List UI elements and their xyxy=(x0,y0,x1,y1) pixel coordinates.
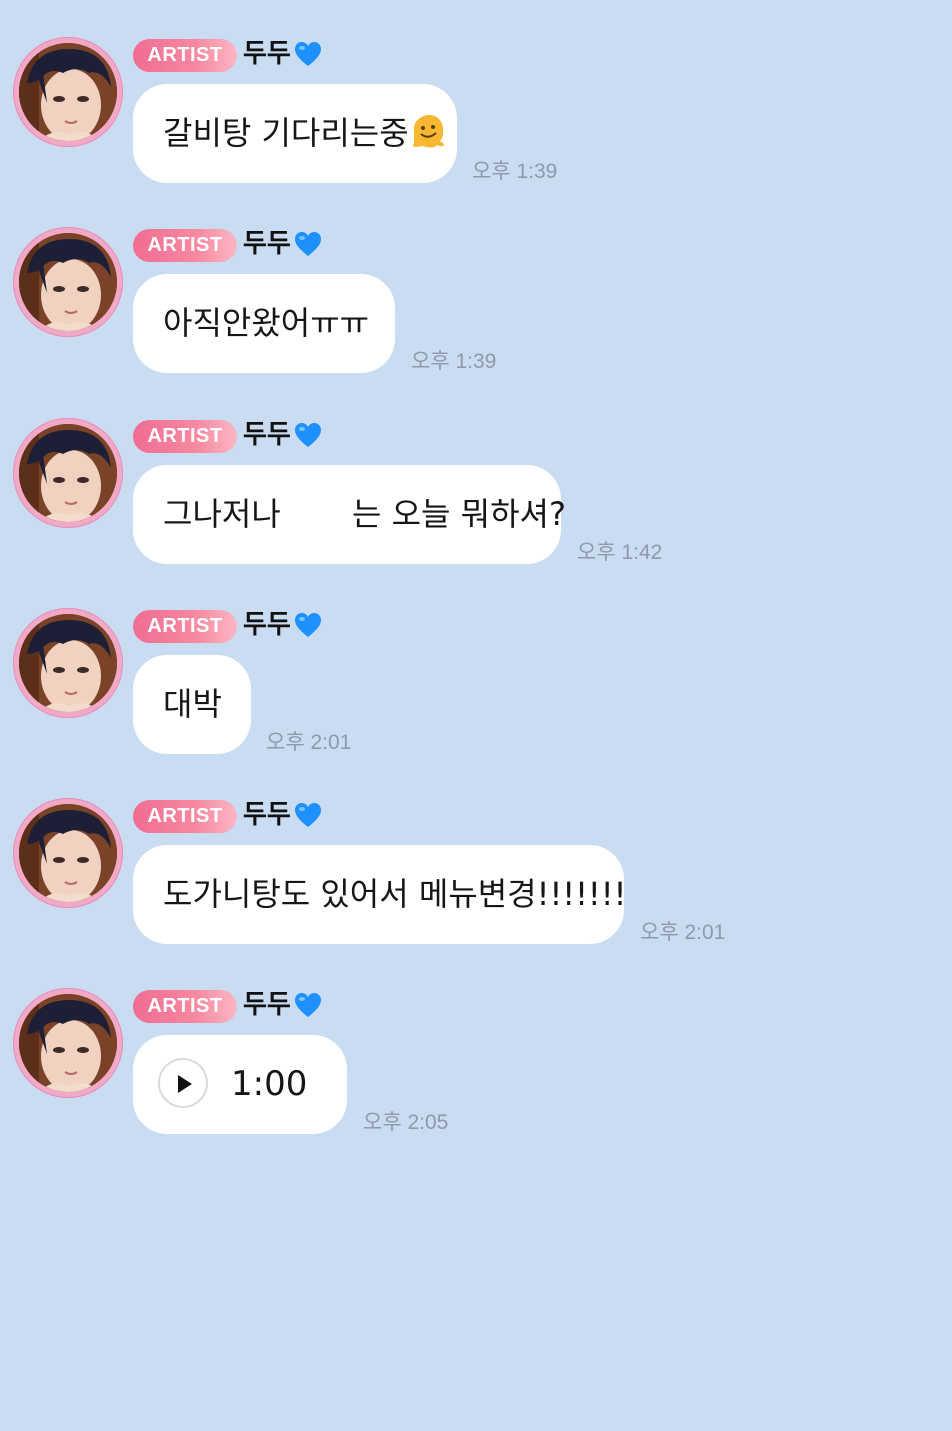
message-text: 대박 xyxy=(163,685,222,723)
avatar[interactable] xyxy=(13,37,123,147)
sender-name-text: 두두 xyxy=(243,610,291,640)
message-bubble[interactable]: 도가니탕도 있어서 메뉴변경!!!!!!! xyxy=(133,845,627,944)
artist-badge: ARTIST xyxy=(133,800,237,833)
sender-name-text: 두두 xyxy=(243,800,291,830)
timestamp: 오후 1:39 xyxy=(472,160,558,183)
message-text: 도가니탕도 있어서 메뉴변경!!!!!!! xyxy=(163,875,627,913)
message-text: 아직안왔어ㅠㅠ xyxy=(163,304,370,342)
avatar[interactable] xyxy=(13,227,123,337)
timestamp: 오후 2:01 xyxy=(640,921,726,944)
sender-name-text: 두두 xyxy=(243,990,291,1020)
avatar-image xyxy=(19,614,117,712)
avatar[interactable] xyxy=(13,418,123,528)
message-row: ARTIST 두두 대박 오후 2:01 xyxy=(0,571,952,761)
artist-badge: ARTIST xyxy=(133,610,237,643)
blue-heart-icon xyxy=(294,232,321,256)
avatar-image xyxy=(19,804,117,902)
play-icon xyxy=(178,1075,192,1093)
avatar-image xyxy=(19,233,117,331)
voice-duration: 1:00 xyxy=(231,1064,308,1104)
sender-name-text: 두두 xyxy=(243,420,291,450)
message-text: 그나저나 는 오늘 뭐하셔? xyxy=(163,495,566,533)
message-row: ARTIST 두두 그나저나 는 오늘 뭐하셔? 오후 1:42 xyxy=(0,381,952,571)
timestamp: 오후 1:39 xyxy=(411,350,497,373)
voice-message-bubble: 1:00 xyxy=(133,1035,347,1134)
sender-name[interactable]: 두두 xyxy=(243,797,323,833)
sender-name-text: 두두 xyxy=(243,229,291,259)
blue-heart-icon xyxy=(294,613,321,637)
message-bubble[interactable]: 대박 xyxy=(133,655,251,754)
avatar-image xyxy=(19,424,117,522)
message-row: ARTIST 두두 갈비탕 기다리는중 오후 1:39 xyxy=(0,0,952,190)
avatar[interactable] xyxy=(13,798,123,908)
message-bubble[interactable]: 갈비탕 기다리는중 xyxy=(133,84,457,183)
message-row: ARTIST 두두 아직안왔어ㅠㅠ 오후 1:39 xyxy=(0,190,952,380)
message-row: ARTIST 두두 도가니탕도 있어서 메뉴변경!!!!!!! 오후 2:01 xyxy=(0,761,952,951)
play-button[interactable] xyxy=(158,1058,208,1108)
artist-badge: ARTIST xyxy=(133,990,237,1023)
message-bubble[interactable]: 아직안왔어ㅠㅠ xyxy=(133,274,395,373)
sender-name[interactable]: 두두 xyxy=(243,417,323,453)
artist-badge: ARTIST xyxy=(133,39,237,72)
sender-name[interactable]: 두두 xyxy=(243,607,323,643)
sender-name[interactable]: 두두 xyxy=(243,226,323,262)
message-row: ARTIST 두두 1:00 오후 2:05 xyxy=(0,951,952,1141)
artist-badge: ARTIST xyxy=(133,420,237,453)
timestamp: 오후 1:42 xyxy=(577,541,663,564)
blue-heart-icon xyxy=(294,803,321,827)
timestamp: 오후 2:01 xyxy=(266,731,352,754)
avatar[interactable] xyxy=(13,608,123,718)
chat-thread: ARTIST 두두 갈비탕 기다리는중 오후 1:39 ARTIST 두두 아직… xyxy=(0,0,952,1200)
timestamp: 오후 2:05 xyxy=(363,1111,449,1134)
avatar-image xyxy=(19,43,117,141)
avatar[interactable] xyxy=(13,988,123,1098)
blue-heart-icon xyxy=(294,42,321,66)
sender-name[interactable]: 두두 xyxy=(243,36,323,72)
sender-name-text: 두두 xyxy=(243,39,291,69)
message-bubble[interactable]: 그나저나 는 오늘 뭐하셔? xyxy=(133,465,566,564)
avatar-image xyxy=(19,994,117,1092)
sender-name[interactable]: 두두 xyxy=(243,987,323,1023)
melting-face-emoji-icon xyxy=(412,115,444,148)
artist-badge: ARTIST xyxy=(133,229,237,262)
blue-heart-icon xyxy=(294,423,321,447)
message-text: 갈비탕 기다리는중 xyxy=(163,114,409,152)
blue-heart-icon xyxy=(294,993,321,1017)
